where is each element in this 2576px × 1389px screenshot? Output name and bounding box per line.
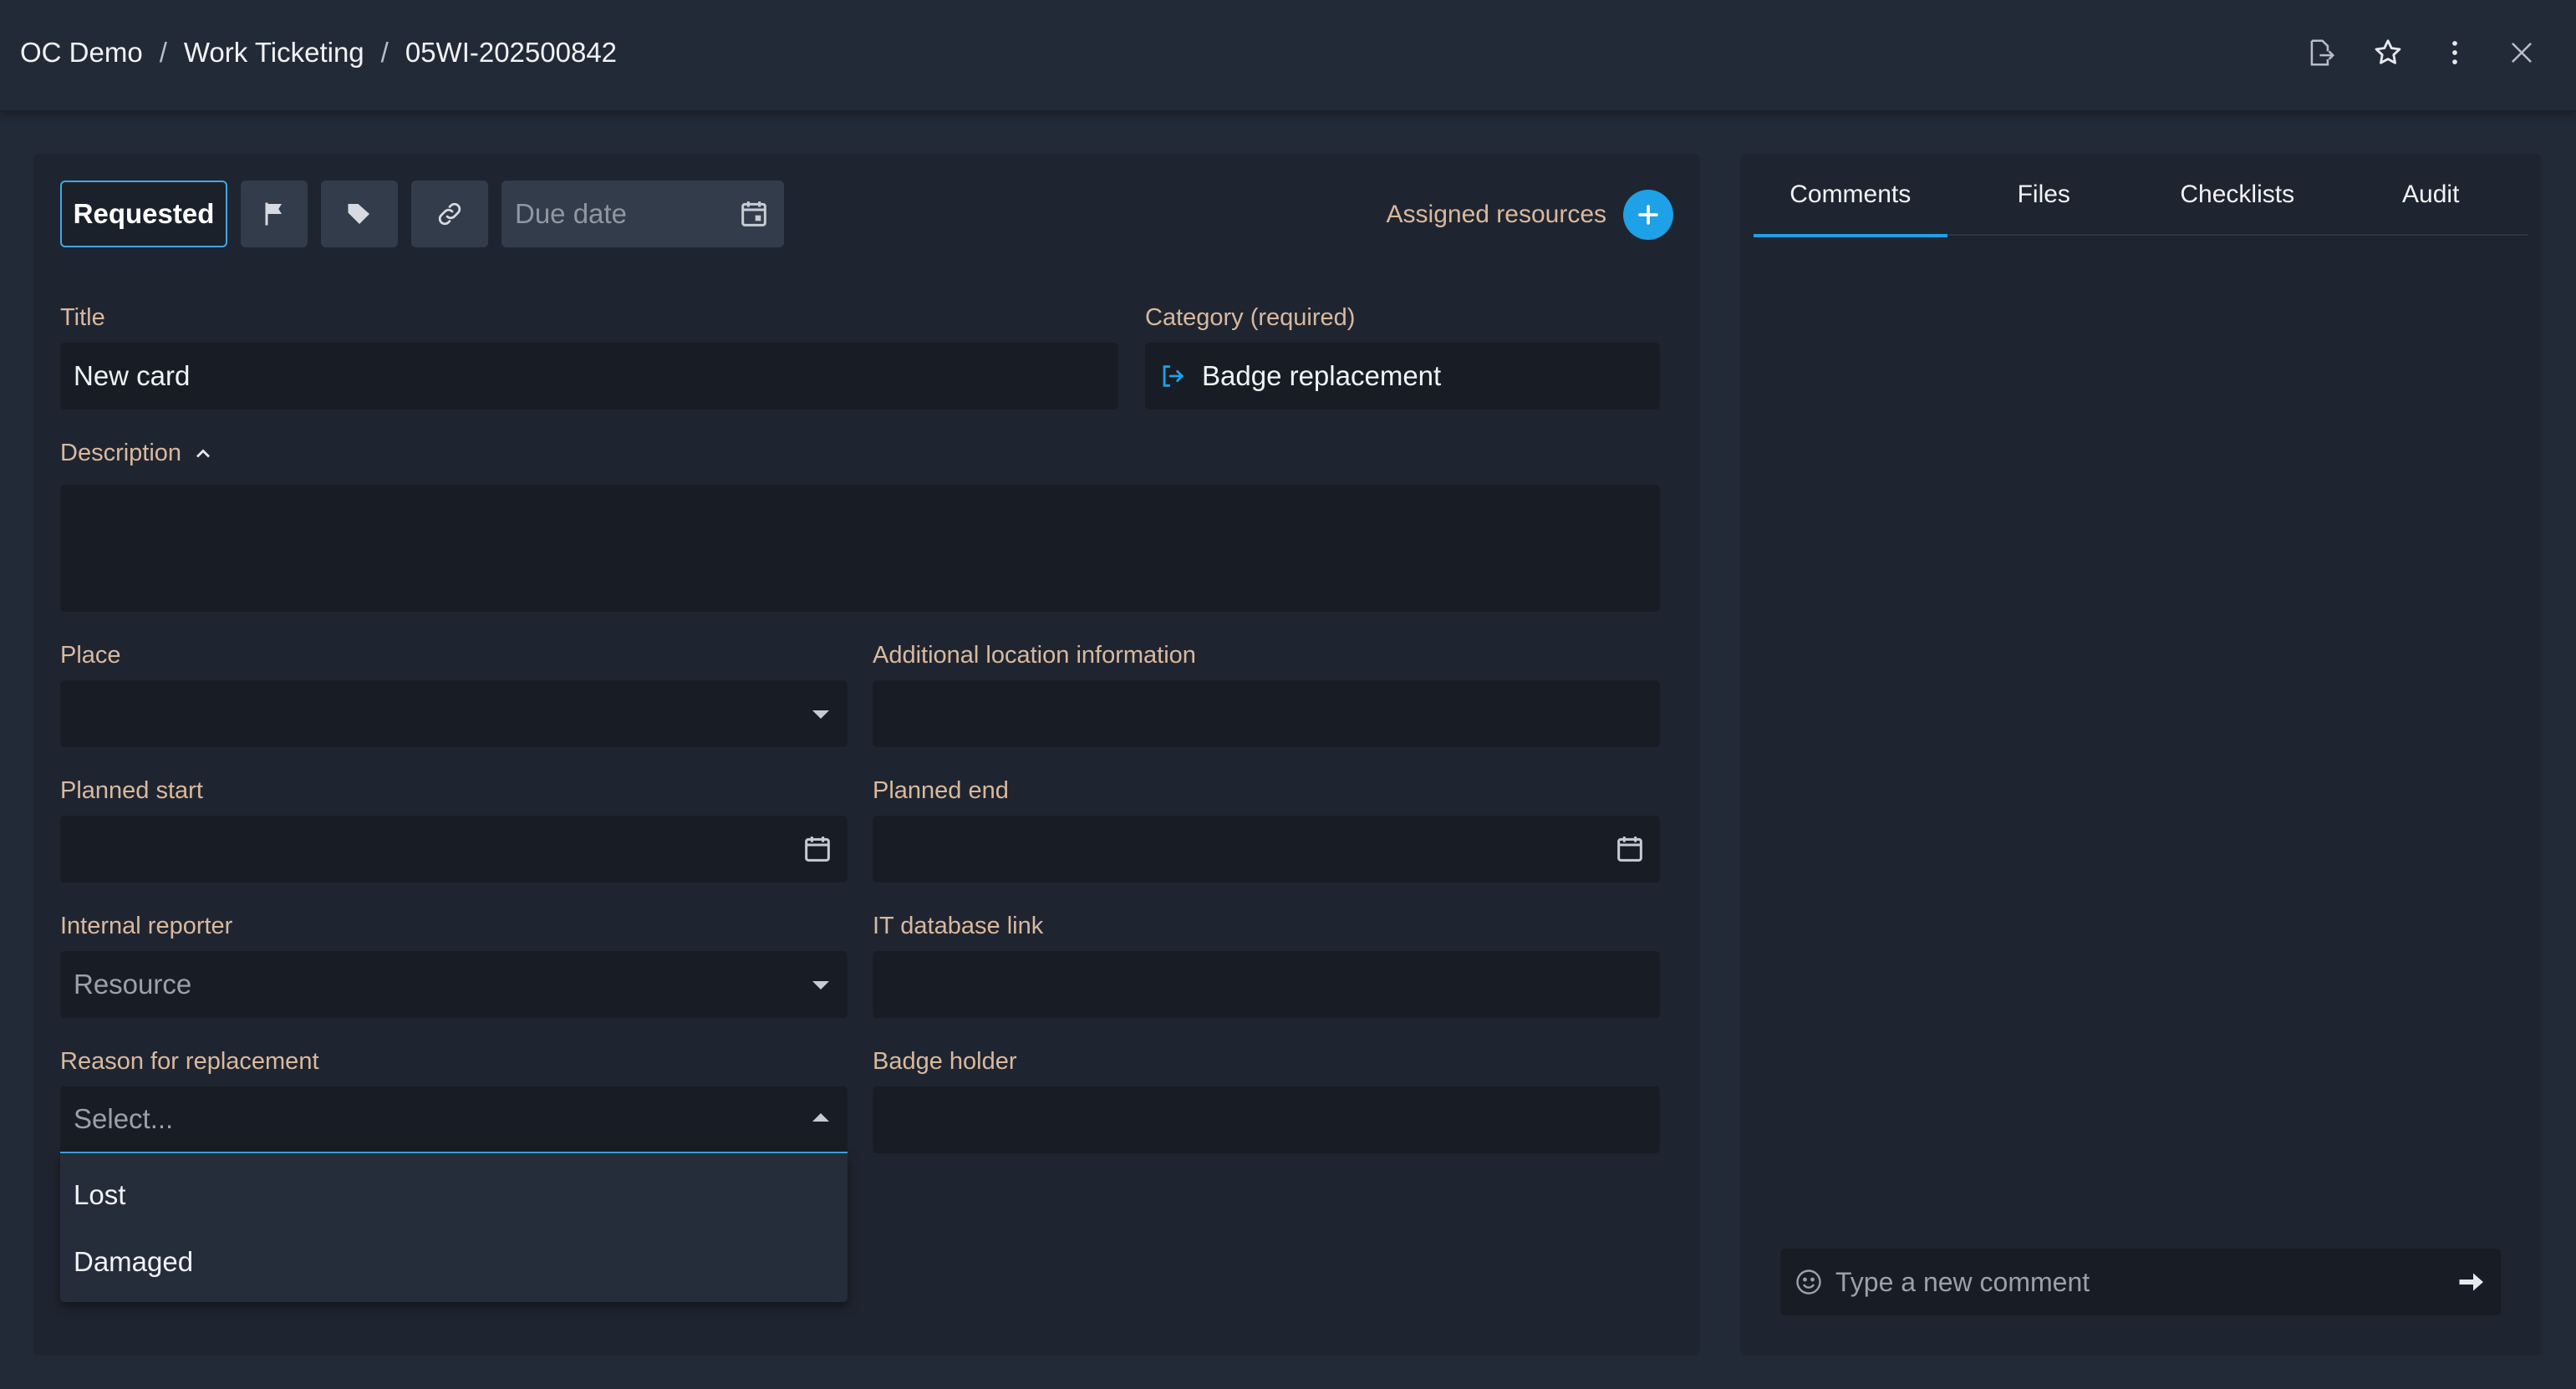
ticket-toolbar: Requested Due date Assigned resources <box>60 181 1673 247</box>
breadcrumb-separator: / <box>380 37 389 68</box>
planned-end-label: Planned end <box>873 777 1009 804</box>
breadcrumb-item-ticket-id: 05WI-202500842 <box>405 37 618 68</box>
dropdown-option-damaged[interactable]: Damaged <box>60 1229 848 1295</box>
planned-start-calendar-button[interactable] <box>801 832 834 873</box>
link-button[interactable] <box>411 181 488 247</box>
favorite-button[interactable] <box>2367 32 2409 74</box>
export-button[interactable] <box>2300 32 2342 74</box>
it-database-link-input[interactable] <box>873 951 1660 1018</box>
tab-checklists[interactable]: Checklists <box>2141 154 2334 236</box>
caret-down-icon <box>812 710 829 719</box>
comment-placeholder: Type a new comment <box>1835 1266 2090 1297</box>
badge-holder-label: Badge holder <box>873 1048 1017 1075</box>
additional-location-input[interactable] <box>873 680 1660 747</box>
category-value: Badge replacement <box>1202 360 1442 391</box>
calendar-icon <box>1617 837 1642 862</box>
comment-input[interactable]: Type a new comment <box>1780 1249 2501 1315</box>
tab-audit[interactable]: Audit <box>2334 154 2528 236</box>
planned-end-calendar-button[interactable] <box>1613 832 1647 873</box>
additional-location-label: Additional location information <box>873 642 1196 669</box>
tab-comments[interactable]: Comments <box>1754 154 1947 237</box>
breadcrumb: OC Demo / Work Ticketing / 05WI-20250084… <box>20 32 617 74</box>
title-input[interactable]: New card <box>60 343 1118 410</box>
dropdown-option-lost[interactable]: Lost <box>60 1162 848 1229</box>
description-header[interactable]: Description <box>60 440 215 467</box>
tags-button[interactable] <box>321 181 398 247</box>
export-icon <box>2310 39 2335 66</box>
more-options-button[interactable] <box>2434 32 2476 74</box>
reason-placeholder: Select... <box>74 1103 174 1134</box>
reason-dropdown-menu: Lost Damaged <box>60 1153 848 1302</box>
top-header: OC Demo / Work Ticketing / 05WI-20250084… <box>0 0 2576 112</box>
plus-icon <box>1638 205 1658 225</box>
status-button[interactable]: Requested <box>60 181 227 247</box>
caret-up-icon <box>812 1113 829 1122</box>
internal-reporter-placeholder: Resource <box>74 969 192 1000</box>
side-panel-tabs: Comments Files Checklists Audit <box>1754 154 2528 237</box>
tab-files[interactable]: Files <box>1947 154 2141 236</box>
assigned-resources-label: Assigned resources <box>1386 201 1606 228</box>
assigned-resources: Assigned resources <box>1387 189 1673 241</box>
activity-side-panel: Comments Files Checklists Audit Type a n… <box>1740 154 2541 1356</box>
close-button[interactable] <box>2501 32 2543 74</box>
breadcrumb-separator: / <box>159 37 167 68</box>
planned-start-label: Planned start <box>60 777 203 804</box>
planned-start-input[interactable] <box>60 816 848 883</box>
calendar-icon <box>805 837 830 862</box>
reason-label: Reason for replacement <box>60 1048 319 1075</box>
category-label: Category (required) <box>1145 304 1356 331</box>
title-label: Title <box>60 304 105 331</box>
header-actions <box>2300 30 2543 75</box>
reason-select[interactable]: Select... <box>60 1086 848 1153</box>
badge-holder-input[interactable] <box>873 1086 1660 1153</box>
due-date-field[interactable]: Due date <box>501 181 784 247</box>
it-database-link-label: IT database link <box>873 913 1044 939</box>
calendar-icon <box>741 201 766 226</box>
link-icon <box>438 202 461 226</box>
category-link-icon[interactable] <box>1158 362 1187 390</box>
breadcrumb-item-workspace[interactable]: OC Demo <box>20 37 143 69</box>
ticket-form-panel: Requested Due date Assigned resources Ti… <box>33 154 1700 1356</box>
chevron-up-icon <box>196 449 211 457</box>
place-label: Place <box>60 642 121 669</box>
caret-down-icon <box>812 981 829 990</box>
planned-end-input[interactable] <box>873 816 1660 883</box>
flag-icon <box>265 202 282 226</box>
description-textarea[interactable] <box>60 485 1660 612</box>
internal-reporter-label: Internal reporter <box>60 913 233 939</box>
title-value: New card <box>74 360 191 391</box>
close-icon <box>2512 43 2532 63</box>
add-resource-button[interactable] <box>1623 190 1673 240</box>
emoji-icon[interactable] <box>1794 1267 1824 1297</box>
breadcrumb-item-module[interactable]: Work Ticketing <box>184 37 364 69</box>
due-date-placeholder: Due date <box>515 198 627 229</box>
place-select[interactable] <box>60 680 848 747</box>
priority-flag-button[interactable] <box>241 181 308 247</box>
internal-reporter-select[interactable]: Resource <box>60 951 848 1018</box>
category-field[interactable]: Badge replacement <box>1145 343 1660 410</box>
more-vertical-icon <box>2452 41 2457 64</box>
send-arrow-icon[interactable] <box>2456 1267 2486 1297</box>
tag-icon <box>348 204 369 224</box>
star-icon <box>2375 39 2401 64</box>
description-label: Description <box>60 440 182 466</box>
